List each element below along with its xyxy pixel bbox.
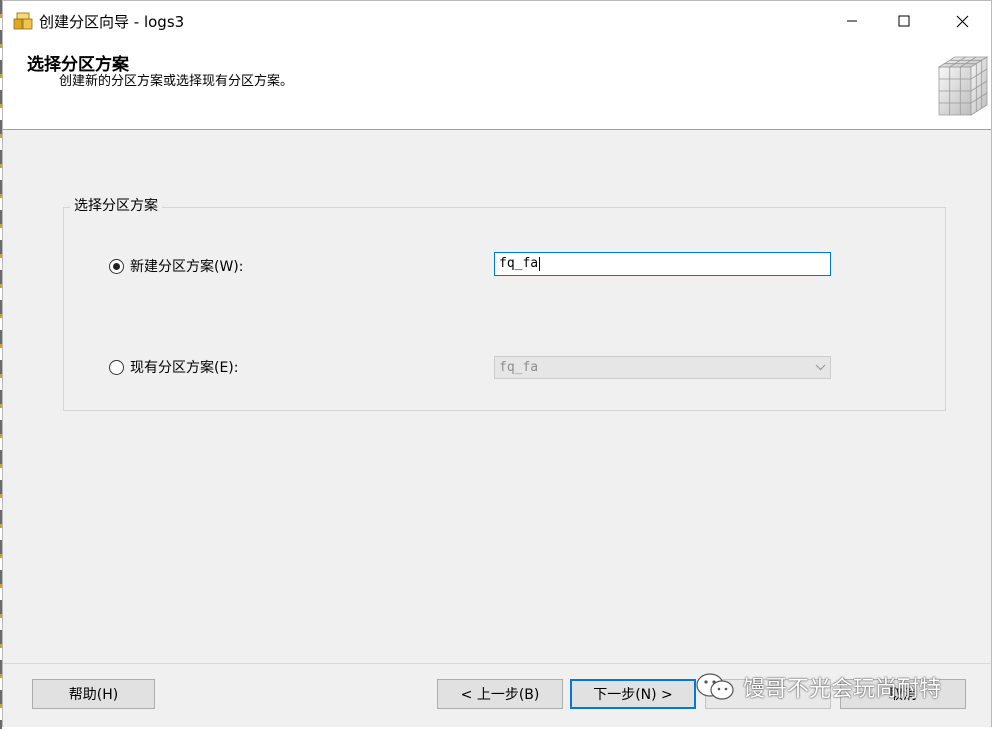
close-button[interactable] bbox=[939, 1, 985, 41]
minimize-button[interactable] bbox=[829, 1, 875, 41]
new-scheme-radio-option[interactable]: 新建分区方案(W): bbox=[109, 256, 243, 276]
new-scheme-name-input[interactable]: fq_fa bbox=[494, 252, 831, 276]
wizard-window: 创建分区向导 - logs3 选择分区方案 创建新的分区方案或选择现有分区方案。 bbox=[2, 0, 992, 727]
title-bar[interactable]: 创建分区向导 - logs3 bbox=[3, 1, 991, 41]
maximize-button[interactable] bbox=[881, 1, 927, 41]
chevron-down-icon bbox=[815, 364, 826, 371]
next-button[interactable]: 下一步(N) > bbox=[570, 679, 696, 709]
window-title: 创建分区向导 - logs3 bbox=[39, 13, 185, 31]
new-scheme-name-value: fq_fa bbox=[499, 256, 539, 271]
watermark: 馒哥不光会玩尚耐特 bbox=[695, 671, 941, 703]
groupbox-legend: 选择分区方案 bbox=[70, 195, 162, 215]
page-subtitle: 创建新的分区方案或选择现有分区方案。 bbox=[59, 74, 294, 89]
cube-grid-icon bbox=[937, 56, 989, 116]
scheme-groupbox: 选择分区方案 新建分区方案(W): fq_fa 现有分区方案(E): fq_fa bbox=[63, 195, 946, 411]
new-scheme-label: 新建分区方案(W): bbox=[130, 259, 244, 275]
wizard-header: 选择分区方案 创建新的分区方案或选择现有分区方案。 bbox=[3, 41, 991, 130]
existing-scheme-radio-option[interactable]: 现有分区方案(E): bbox=[109, 357, 239, 377]
existing-scheme-select-value: fq_fa bbox=[499, 360, 539, 375]
new-scheme-radio[interactable] bbox=[109, 258, 124, 274]
existing-scheme-label: 现有分区方案(E): bbox=[130, 360, 239, 376]
radio-selected-dot bbox=[113, 262, 120, 270]
existing-scheme-radio[interactable] bbox=[109, 359, 124, 375]
minimize-icon bbox=[847, 20, 857, 22]
wechat-icon bbox=[696, 673, 734, 700]
app-icon bbox=[13, 12, 33, 30]
back-button[interactable]: < 上一步(B) bbox=[437, 679, 563, 709]
text-caret bbox=[539, 257, 541, 271]
existing-scheme-select[interactable]: fq_fa bbox=[494, 356, 831, 379]
maximize-icon bbox=[898, 15, 910, 27]
close-icon bbox=[956, 15, 968, 27]
wizard-content: 选择分区方案 新建分区方案(W): fq_fa 现有分区方案(E): fq_fa bbox=[3, 130, 991, 663]
help-button[interactable]: 帮助(H) bbox=[32, 679, 155, 709]
watermark-text: 馒哥不光会玩尚耐特 bbox=[743, 677, 942, 702]
